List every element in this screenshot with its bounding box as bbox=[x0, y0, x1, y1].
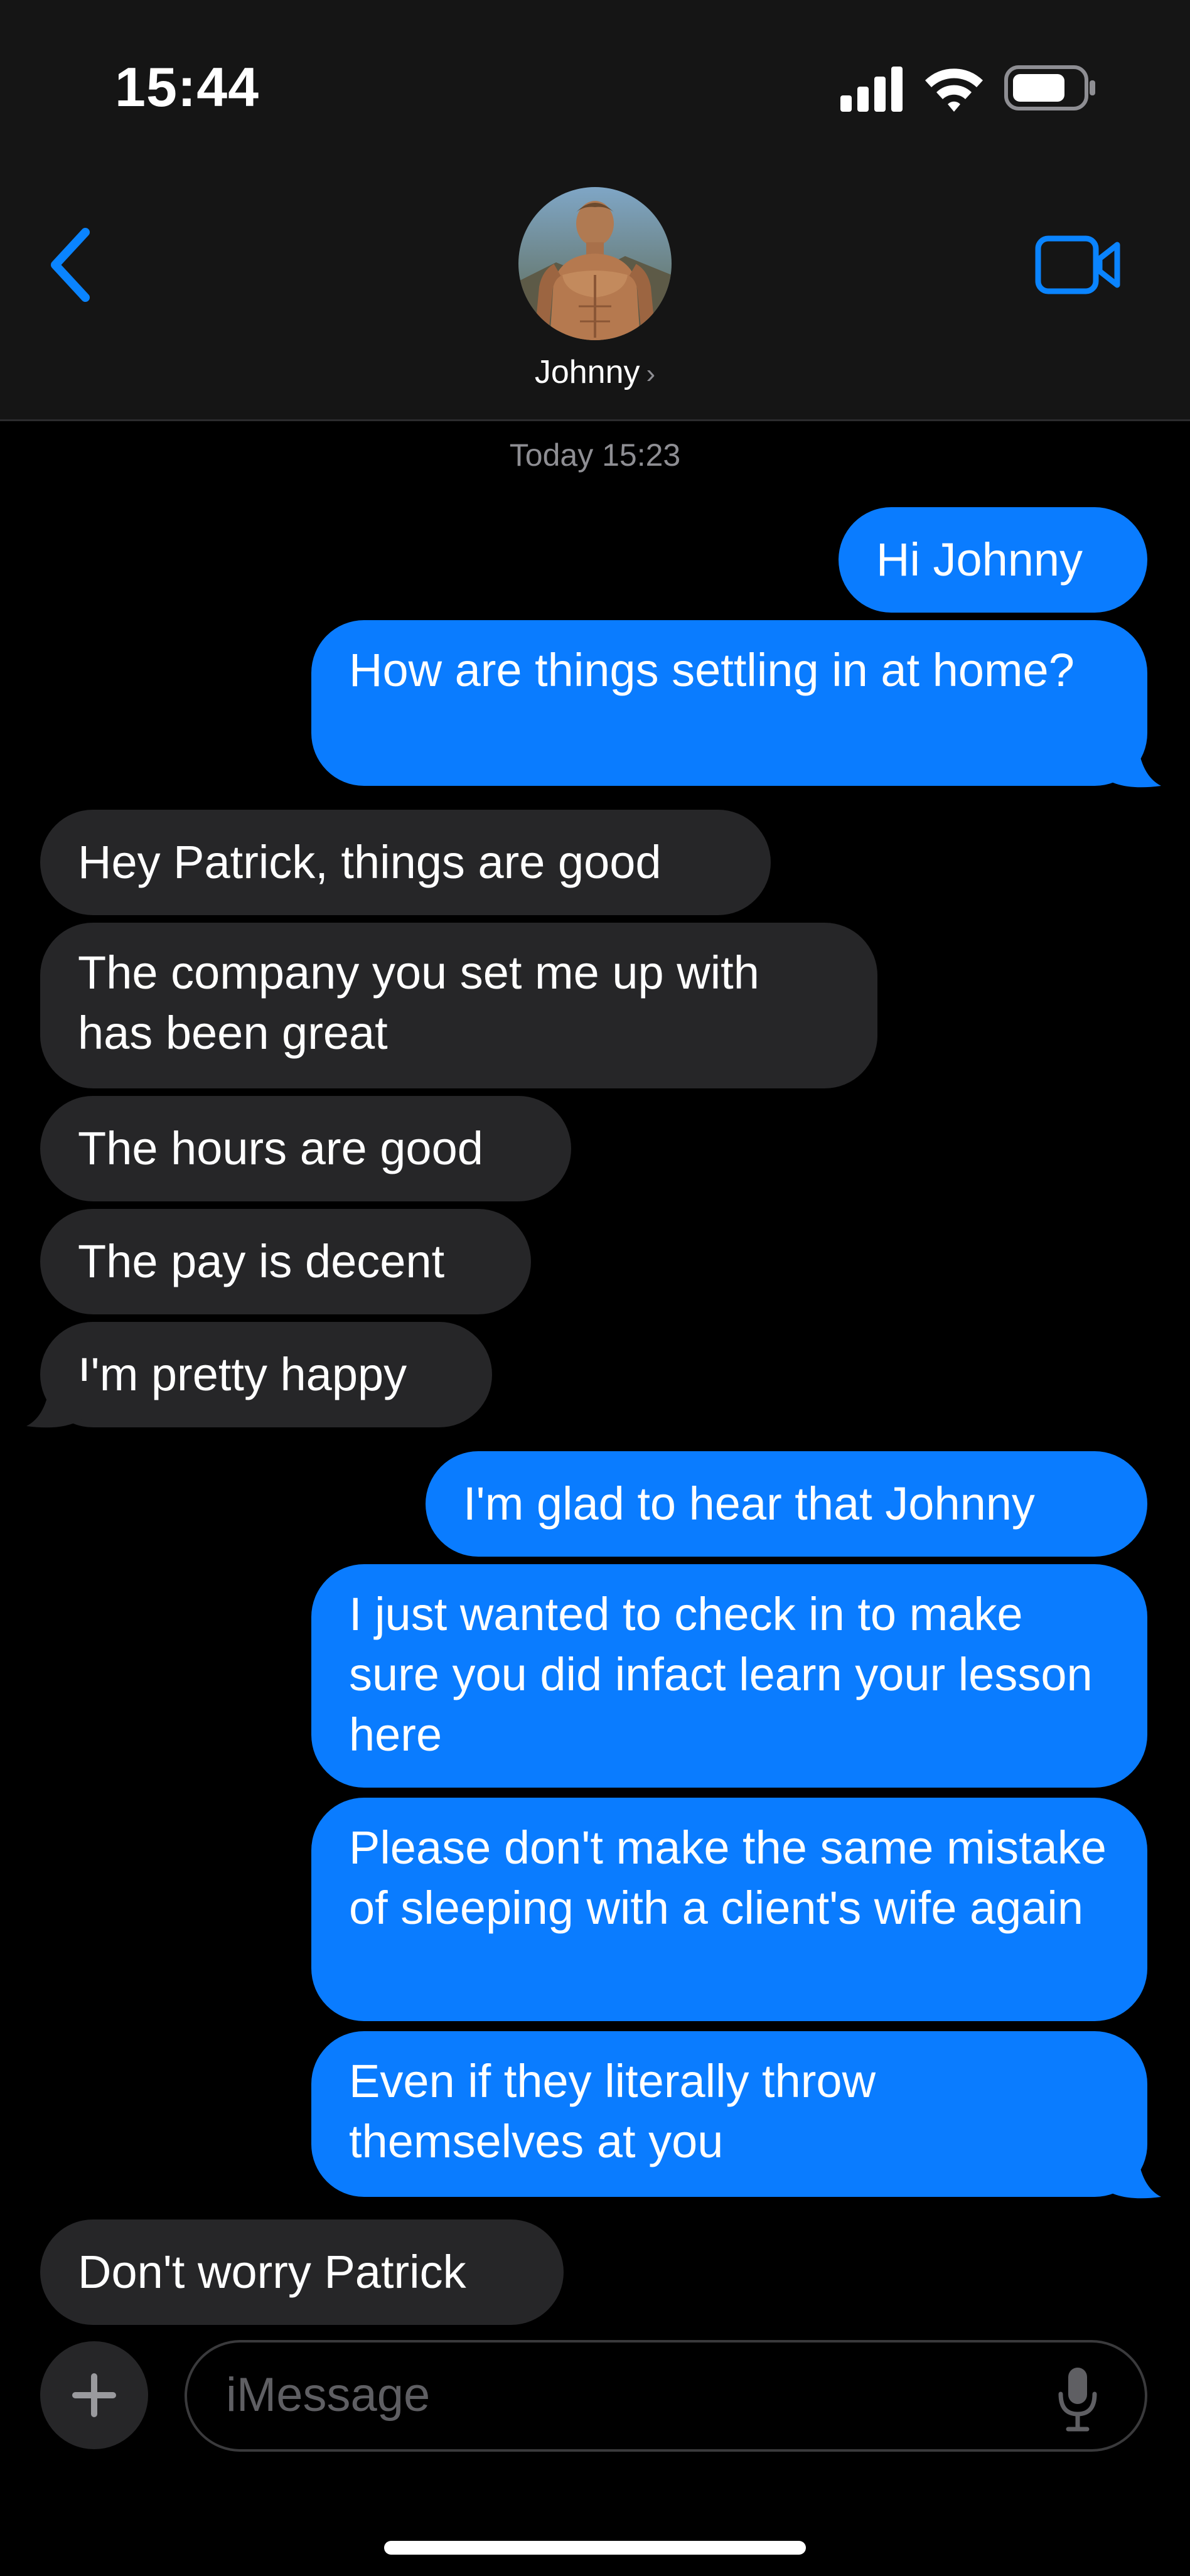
received-message[interactable]: I'm pretty happy bbox=[40, 1322, 492, 1427]
conversation-header: 15:44 Johnny › bbox=[0, 0, 1190, 421]
message-input[interactable]: iMessage bbox=[185, 2340, 1147, 2452]
microphone-icon[interactable] bbox=[1056, 2365, 1100, 2432]
avatar[interactable] bbox=[518, 187, 672, 340]
video-camera-icon[interactable] bbox=[1034, 233, 1122, 296]
sent-message[interactable]: I just wanted to check in to make sure y… bbox=[311, 1564, 1147, 1788]
home-indicator[interactable] bbox=[384, 2541, 806, 2555]
sent-message[interactable]: Hi Johnny bbox=[839, 507, 1147, 613]
received-message[interactable]: Don't worry Patrick bbox=[40, 2219, 564, 2325]
sent-message[interactable]: Please don't make the same mistake of sl… bbox=[311, 1798, 1147, 2021]
received-message[interactable]: The pay is decent bbox=[40, 1209, 531, 1314]
add-attachment-button[interactable] bbox=[40, 2341, 148, 2449]
bubble-tail bbox=[1092, 741, 1161, 788]
status-time: 15:44 bbox=[115, 56, 260, 118]
chevron-right-icon: › bbox=[646, 358, 656, 389]
battery-icon bbox=[1004, 65, 1095, 110]
contact-name-button[interactable]: Johnny › bbox=[0, 353, 1190, 391]
bubble-tail bbox=[1092, 2152, 1161, 2199]
chevron-left-icon[interactable] bbox=[45, 227, 95, 303]
received-message[interactable]: Hey Patrick, things are good bbox=[40, 810, 771, 915]
sent-message[interactable]: Even if they literally throw themselves … bbox=[311, 2031, 1147, 2197]
received-message[interactable]: The company you set me up with has been … bbox=[40, 923, 877, 1088]
cellular-signal-icon bbox=[840, 67, 903, 112]
sent-message[interactable]: I'm glad to hear that Johnny bbox=[426, 1451, 1147, 1557]
wifi-icon bbox=[925, 68, 983, 112]
received-message[interactable]: The hours are good bbox=[40, 1096, 571, 1201]
message-placeholder: iMessage bbox=[226, 2368, 431, 2422]
sent-message[interactable]: How are things settling in at home? bbox=[311, 620, 1147, 786]
timestamp: Today 15:23 bbox=[509, 437, 681, 473]
bubble-tail bbox=[26, 1381, 95, 1428]
contact-name: Johnny bbox=[534, 354, 640, 390]
plus-icon bbox=[72, 2373, 116, 2417]
